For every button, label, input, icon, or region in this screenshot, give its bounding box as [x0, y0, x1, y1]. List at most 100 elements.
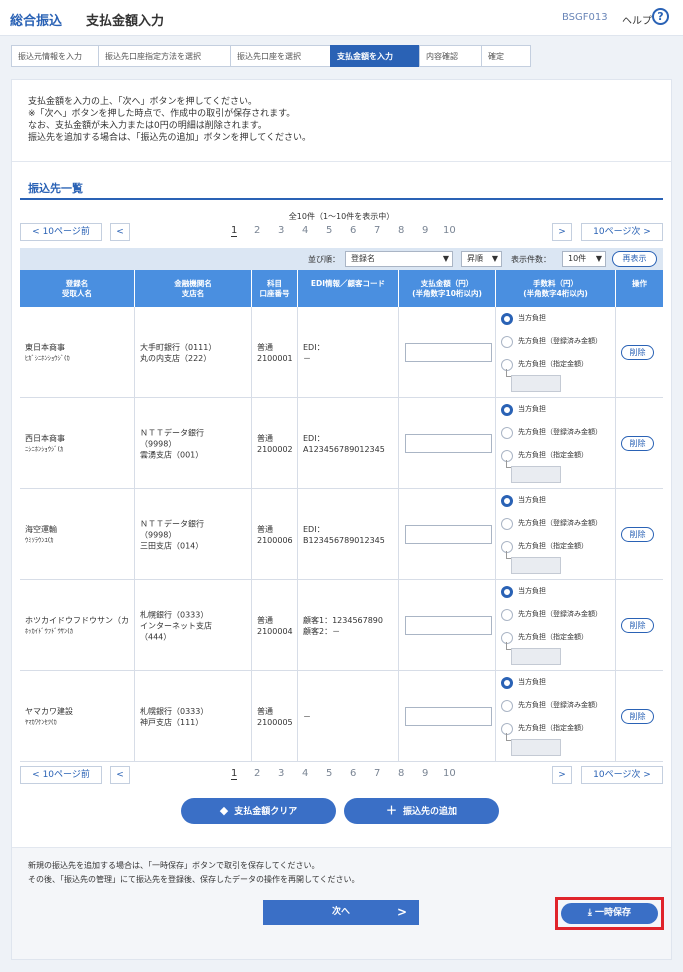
payee-kana: ﾔﾏｶﾜｹﾝｾﾂ(ｶ [25, 717, 57, 726]
fee-radio[interactable] [501, 427, 513, 439]
page-2[interactable]: 2 [254, 225, 260, 236]
edi-line: 顧客1：1234567890 [303, 615, 383, 625]
fee-option-label: 先方負担（登録済み金額） [518, 428, 602, 436]
account-type: 普通 [257, 524, 273, 534]
account-cell: 普通 2100004 [252, 580, 298, 671]
amount-input[interactable] [405, 434, 492, 453]
fee-radio[interactable] [501, 313, 513, 325]
account-cell: 普通 2100006 [252, 489, 298, 580]
bank-line: 札幌銀行（0333） [140, 706, 209, 716]
fee-radio[interactable] [501, 609, 513, 621]
next-button[interactable]: 次へ > [263, 900, 419, 925]
delete-button[interactable]: 削除 [621, 618, 654, 633]
cell-content: 普通 2100006 [257, 524, 294, 546]
page-9[interactable]: 9 [422, 225, 428, 236]
footer-note: その後、「振込先の管理」にて振込先を登録後、保存したデータの操作を再開してくださ… [28, 875, 360, 884]
screen-code: BSGF013 [562, 12, 608, 23]
next-page-button[interactable]: > [552, 766, 572, 784]
fee-radio[interactable] [501, 404, 513, 416]
page-3[interactable]: 3 [278, 768, 284, 779]
page-1[interactable]: 1 [231, 768, 238, 780]
page-8[interactable]: 8 [398, 768, 404, 779]
page-title: 支払金額入力 [86, 14, 165, 29]
chevron-right-icon: > [643, 770, 651, 780]
page-10[interactable]: 10 [443, 768, 456, 779]
action-cell: 削除 [616, 489, 663, 580]
add-payee-button[interactable]: ＋ 振込先の追加 [344, 798, 499, 824]
page-4[interactable]: 4 [302, 225, 308, 236]
temp-save-button[interactable]: ⤓ 一時保存 [561, 903, 658, 924]
payee-kana: ﾎｯｶｲﾄﾞｳﾌﾄﾞｳｻﾝ(ｶ [25, 626, 74, 635]
fee-radio[interactable] [501, 586, 513, 598]
prev-10-label: 10ページ前 [42, 770, 90, 780]
page-2[interactable]: 2 [254, 768, 260, 779]
amount-input[interactable] [405, 525, 492, 544]
main-panel: 支払金額を入力の上、「次へ」ボタンを押してください。 ※「次へ」ボタンを押した時… [11, 79, 672, 960]
fee-radio[interactable] [501, 677, 513, 689]
cell-content: 東日本商事 ﾋｶﾞｼﾆﾎﾝｼｮｳｼﾞ(ｶ [25, 342, 131, 364]
fee-radio[interactable] [501, 495, 513, 507]
page-10[interactable]: 10 [443, 225, 456, 236]
amount-input[interactable] [405, 616, 492, 635]
chevron-left-icon: < [32, 227, 40, 237]
fee-radio[interactable] [501, 518, 513, 530]
payee-name-cell: 西日本商事 ﾆｼﾆﾎﾝｼｮｳｼﾞ(ｶ [20, 398, 135, 489]
fee-cell: 当方負担 先方負担（登録済み金額） 先方負担（指定金額） [496, 307, 616, 398]
redisplay-button[interactable]: 再表示 [612, 251, 657, 267]
sort-select[interactable]: 登録名 ▼ [345, 251, 453, 267]
prev-10-pages-button[interactable]: < 10ページ前 [20, 766, 102, 784]
delete-button[interactable]: 削除 [621, 709, 654, 724]
page-5[interactable]: 5 [326, 225, 332, 236]
next-10-pages-button[interactable]: 10ページ次 > [581, 223, 663, 241]
page-3[interactable]: 3 [278, 225, 284, 236]
bank-cell: ＮＴＴデータ銀行 （9998） 雲湧支店（001） [135, 398, 252, 489]
prev-10-pages-button[interactable]: < 10ページ前 [20, 223, 102, 241]
edi-line: A123456789012345 [303, 444, 385, 454]
per-page-select[interactable]: 10件 ▼ [562, 251, 606, 267]
order-select[interactable]: 昇順 ▼ [461, 251, 502, 267]
bank-cell: ＮＴＴデータ銀行 （9998） 三田支店（014） [135, 489, 252, 580]
page-6[interactable]: 6 [350, 768, 356, 779]
next-page-button[interactable]: > [552, 223, 572, 241]
section-title: 振込先一覧 [28, 182, 83, 195]
amount-input[interactable] [405, 343, 492, 362]
delete-button[interactable]: 削除 [621, 436, 654, 451]
result-count: 全10件（1～10件を表示中） [288, 212, 395, 221]
help-link[interactable]: ヘルプ [622, 12, 652, 27]
prev-page-button[interactable]: < [110, 223, 130, 241]
page-1[interactable]: 1 [231, 225, 238, 237]
fee-option-label: 当方負担 [518, 314, 546, 322]
clear-amount-button[interactable]: ◆ 支払金額クリア [181, 798, 336, 824]
order-value: 昇順 [467, 254, 483, 263]
prev-page-button[interactable]: < [110, 766, 130, 784]
page-7[interactable]: 7 [374, 768, 380, 779]
fee-radio[interactable] [501, 700, 513, 712]
delete-button[interactable]: 削除 [621, 345, 654, 360]
step-1: 振込元情報を入力 [11, 45, 99, 67]
payee-name: ヤマカワ建設 [25, 706, 73, 716]
page-4[interactable]: 4 [302, 768, 308, 779]
page-7[interactable]: 7 [374, 225, 380, 236]
fee-option-label: 先方負担（指定金額） [518, 724, 588, 732]
fee-cell: 当方負担 先方負担（登録済み金額） 先方負担（指定金額） [496, 398, 616, 489]
page-8[interactable]: 8 [398, 225, 404, 236]
dropdown-arrow-icon: ▼ [595, 254, 602, 263]
next-10-pages-button[interactable]: 10ページ次 > [581, 766, 663, 784]
edi-line: EDI： [303, 342, 325, 352]
page-9[interactable]: 9 [422, 768, 428, 779]
edi-line: EDI： [303, 524, 325, 534]
fee-option-label: 先方負担（指定金額） [518, 633, 588, 641]
payee-kana: ｳﾐｿﾗｳﾝﾕ(ｶ [25, 535, 54, 544]
footer-area: 新規の振込先を追加する場合は、「一時保存」ボタンで取引を保存してください。 その… [12, 847, 671, 959]
fee-radio[interactable] [501, 336, 513, 348]
help-icon[interactable]: ? [652, 8, 669, 25]
fee-cell: 当方負担 先方負担（登録済み金額） 先方負担（指定金額） [496, 671, 616, 762]
action-cell: 削除 [616, 398, 663, 489]
amount-input[interactable] [405, 707, 492, 726]
page-6[interactable]: 6 [350, 225, 356, 236]
cell-content: EDI： B123456789012345 [303, 524, 395, 546]
page-5[interactable]: 5 [326, 768, 332, 779]
add-payee-label: 振込先の追加 [402, 807, 457, 817]
delete-button[interactable]: 削除 [621, 527, 654, 542]
cell-content: 西日本商事 ﾆｼﾆﾎﾝｼｮｳｼﾞ(ｶ [25, 433, 131, 455]
